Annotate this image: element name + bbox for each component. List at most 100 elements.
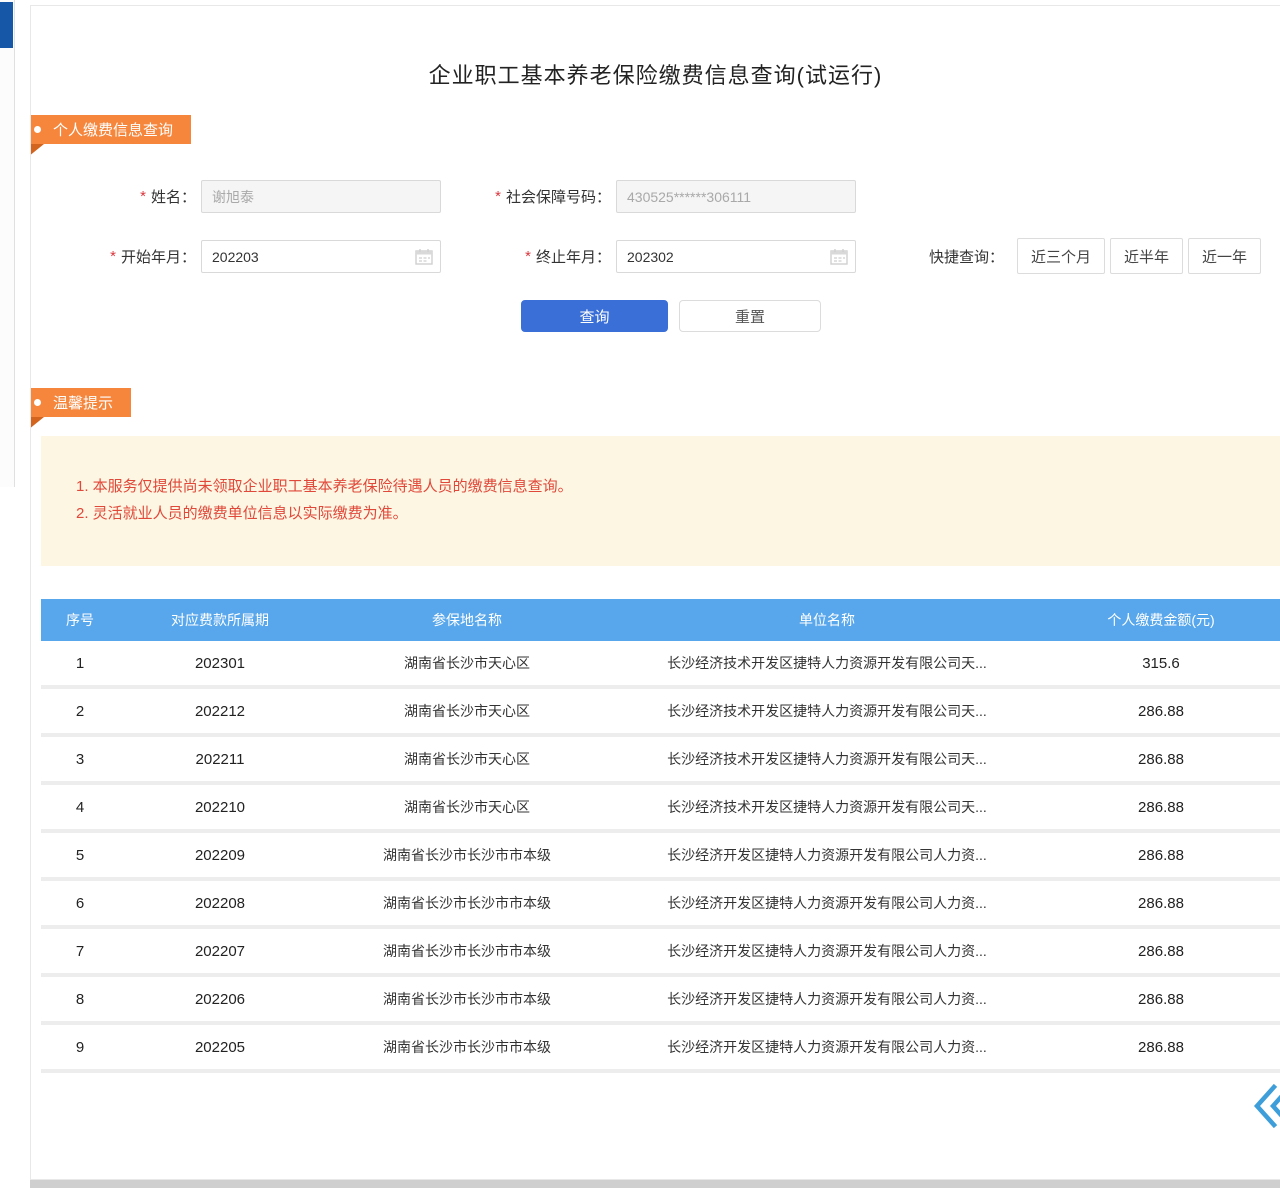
cell-index: 6: [41, 895, 119, 912]
quick-last-half-year-button[interactable]: 近半年: [1110, 238, 1183, 274]
cell-company: 长沙经济技术开发区捷特人力资源开发有限公司天...: [613, 749, 1041, 769]
main-panel: 企业职工基本养老保险缴费信息查询(试运行) 个人缴费信息查询 * 姓名： * 社会保…: [30, 5, 1280, 1180]
cell-place: 湖南省长沙市长沙市市本级: [321, 989, 613, 1009]
cell-index: 7: [41, 943, 119, 960]
name-field-group: * 姓名：: [31, 180, 441, 213]
start-month-label: 开始年月：: [121, 246, 196, 267]
cell-period: 202211: [119, 751, 321, 768]
table-row[interactable]: 2 202212 湖南省长沙市天心区 长沙经济技术开发区捷特人力资源开发有限公司…: [41, 689, 1280, 737]
quick-last-year-button[interactable]: 近一年: [1188, 238, 1261, 274]
cell-place: 湖南省长沙市长沙市市本级: [321, 941, 613, 961]
table-row[interactable]: 8 202206 湖南省长沙市长沙市市本级 长沙经济开发区捷特人力资源开发有限公…: [41, 977, 1280, 1025]
col-header-company: 单位名称: [613, 610, 1041, 630]
cell-period: 202205: [119, 1039, 321, 1056]
required-asterisk: *: [495, 188, 501, 205]
required-asterisk: *: [140, 188, 146, 205]
cell-period: 202301: [119, 655, 321, 672]
cell-amount: 315.6: [1041, 655, 1280, 672]
cell-company: 长沙经济开发区捷特人力资源开发有限公司人力资...: [613, 941, 1041, 961]
col-header-place: 参保地名称: [321, 610, 613, 630]
cell-period: 202210: [119, 799, 321, 816]
page-title: 企业职工基本养老保险缴费信息查询(试运行): [31, 58, 1280, 90]
cell-period: 202212: [119, 703, 321, 720]
section-header-personal-payment-query: 个人缴费信息查询: [30, 115, 191, 144]
cell-index: 4: [41, 799, 119, 816]
cell-index: 1: [41, 655, 119, 672]
payment-table: 序号 对应费款所属期 参保地名称 单位名称 个人缴费金额(元) 1 202301…: [41, 599, 1280, 1073]
query-button[interactable]: 查询: [521, 300, 668, 332]
col-header-amount: 个人缴费金额(元): [1041, 610, 1280, 630]
collapsed-sidebar: [0, 0, 15, 487]
double-chevron-left-icon[interactable]: [1253, 1083, 1280, 1129]
cell-place: 湖南省长沙市长沙市市本级: [321, 845, 613, 865]
ribbon-fold: [30, 144, 44, 158]
cell-amount: 286.88: [1041, 847, 1280, 864]
cell-amount: 286.88: [1041, 895, 1280, 912]
calendar-icon[interactable]: [415, 248, 433, 265]
cell-place: 湖南省长沙市天心区: [321, 797, 613, 817]
cell-index: 3: [41, 751, 119, 768]
ssn-input[interactable]: [616, 180, 856, 213]
cell-index: 2: [41, 703, 119, 720]
quick-last-3-months-button[interactable]: 近三个月: [1017, 238, 1105, 274]
cell-company: 长沙经济技术开发区捷特人力资源开发有限公司天...: [613, 701, 1041, 721]
cell-amount: 286.88: [1041, 991, 1280, 1008]
calendar-icon[interactable]: [830, 248, 848, 265]
cell-company: 长沙经济开发区捷特人力资源开发有限公司人力资...: [613, 893, 1041, 913]
ssn-field-group: * 社会保障号码：: [451, 180, 856, 213]
cell-index: 9: [41, 1039, 119, 1056]
name-label: 姓名：: [151, 186, 196, 207]
table-row[interactable]: 3 202211 湖南省长沙市天心区 长沙经济技术开发区捷特人力资源开发有限公司…: [41, 737, 1280, 785]
cell-company: 长沙经济技术开发区捷特人力资源开发有限公司天...: [613, 797, 1041, 817]
notice-line: 1. 本服务仅提供尚未领取企业职工基本养老保险待遇人员的缴费信息查询。: [76, 473, 1261, 500]
col-header-period: 对应费款所属期: [119, 610, 321, 630]
cell-period: 202206: [119, 991, 321, 1008]
cell-amount: 286.88: [1041, 703, 1280, 720]
cell-place: 湖南省长沙市长沙市市本级: [321, 1037, 613, 1057]
cell-period: 202207: [119, 943, 321, 960]
start-month-input[interactable]: [201, 240, 441, 273]
form-actions: 查询 重置: [31, 300, 1280, 332]
quick-query-label: 快捷查询：: [929, 246, 1004, 267]
cell-company: 长沙经济开发区捷特人力资源开发有限公司人力资...: [613, 1037, 1041, 1057]
table-row[interactable]: 1 202301 湖南省长沙市天心区 长沙经济技术开发区捷特人力资源开发有限公司…: [41, 641, 1280, 689]
table-body: 1 202301 湖南省长沙市天心区 长沙经济技术开发区捷特人力资源开发有限公司…: [41, 641, 1280, 1073]
ssn-label: 社会保障号码：: [506, 186, 611, 207]
col-header-index: 序号: [41, 610, 119, 630]
bullet-dot-icon: [34, 126, 41, 133]
cell-place: 湖南省长沙市天心区: [321, 653, 613, 673]
ribbon-fold: [30, 417, 44, 431]
cell-period: 202208: [119, 895, 321, 912]
cell-period: 202209: [119, 847, 321, 864]
cell-company: 长沙经济开发区捷特人力资源开发有限公司人力资...: [613, 845, 1041, 865]
end-month-field-group: *终止年月：: [451, 240, 856, 273]
sidebar-blue-tab[interactable]: [0, 2, 13, 48]
reset-button[interactable]: 重置: [679, 300, 821, 332]
required-asterisk: *: [525, 248, 531, 265]
name-input[interactable]: [201, 180, 441, 213]
cell-place: 湖南省长沙市天心区: [321, 701, 613, 721]
table-row[interactable]: 6 202208 湖南省长沙市长沙市市本级 长沙经济开发区捷特人力资源开发有限公…: [41, 881, 1280, 929]
table-row[interactable]: 5 202209 湖南省长沙市长沙市市本级 长沙经济开发区捷特人力资源开发有限公…: [41, 833, 1280, 881]
section-header-label: 个人缴费信息查询: [53, 119, 173, 140]
cell-company: 长沙经济技术开发区捷特人力资源开发有限公司天...: [613, 653, 1041, 673]
end-month-input[interactable]: [616, 240, 856, 273]
quick-query-group: 快捷查询： 近三个月 近半年 近一年: [929, 238, 1261, 274]
required-asterisk: *: [110, 248, 116, 265]
cell-index: 5: [41, 847, 119, 864]
table-row[interactable]: 9 202205 湖南省长沙市长沙市市本级 长沙经济开发区捷特人力资源开发有限公…: [41, 1025, 1280, 1073]
cell-company: 长沙经济开发区捷特人力资源开发有限公司人力资...: [613, 989, 1041, 1009]
table-row[interactable]: 4 202210 湖南省长沙市天心区 长沙经济技术开发区捷特人力资源开发有限公司…: [41, 785, 1280, 833]
cell-amount: 286.88: [1041, 799, 1280, 816]
cell-amount: 286.88: [1041, 1039, 1280, 1056]
section-header-tips: 温馨提示: [30, 388, 131, 417]
cell-amount: 286.88: [1041, 943, 1280, 960]
cell-index: 8: [41, 991, 119, 1008]
bullet-dot-icon: [34, 399, 41, 406]
table-row[interactable]: 7 202207 湖南省长沙市长沙市市本级 长沙经济开发区捷特人力资源开发有限公…: [41, 929, 1280, 977]
section-header-label: 温馨提示: [53, 392, 113, 413]
notice-line: 2. 灵活就业人员的缴费单位信息以实际缴费为准。: [76, 500, 1261, 527]
cell-amount: 286.88: [1041, 751, 1280, 768]
table-header-row: 序号 对应费款所属期 参保地名称 单位名称 个人缴费金额(元): [41, 599, 1280, 641]
start-month-field-group: * 开始年月：: [31, 240, 441, 273]
